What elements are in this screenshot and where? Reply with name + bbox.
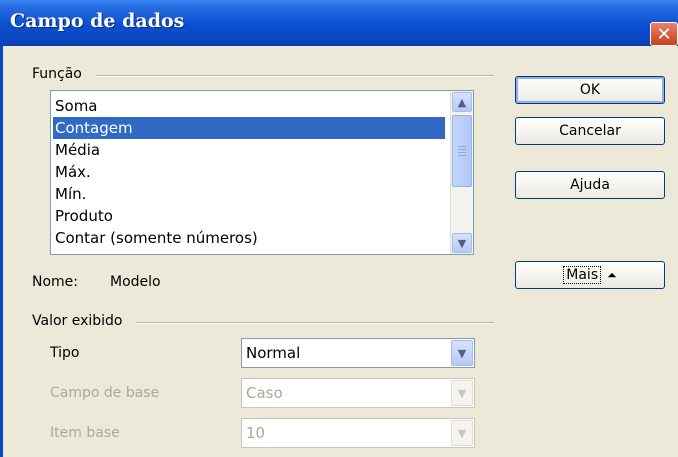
list-item[interactable]: Contar (somente números) [53,227,258,249]
title-bar[interactable]: Campo de dados ✕ [0,0,678,46]
list-scrollbar[interactable]: ▲ ▼ [450,91,473,254]
chevron-down-icon: ▼ [451,380,473,406]
tipo-value: Normal [246,344,301,362]
tipo-label: Tipo [50,345,80,361]
cancel-button[interactable]: Cancelar [515,117,665,145]
list-item[interactable]: Média [53,139,100,161]
window-title: Campo de dados [10,10,185,32]
name-value: Modelo [110,274,161,290]
chevron-up-icon: ⏶ [607,267,617,282]
ok-button-label: OK [579,82,601,98]
valor-exibido-separator [136,322,494,324]
cancel-button-label: Cancelar [559,123,621,139]
help-button[interactable]: Ajuda [515,171,665,199]
campo-de-base-value: Caso [246,384,283,402]
item-base-label: Item base [50,425,120,441]
list-item[interactable]: Produto [53,205,113,227]
list-item[interactable]: Máx. [53,161,91,183]
dialog-window: Campo de dados ✕ Função Soma Contagem Mé… [0,0,678,457]
more-button-label: Mais [563,266,602,284]
scroll-up-icon[interactable]: ▲ [452,92,472,112]
scroll-down-icon[interactable]: ▼ [452,233,472,253]
ok-button[interactable]: OK [515,76,665,104]
valor-exibido-group-label: Valor exibido [32,313,123,329]
item-base-value: 10 [246,424,266,442]
chevron-down-icon[interactable]: ▼ [451,340,473,366]
item-base-select: 10 ▼ [241,418,475,448]
window-border [0,46,3,457]
name-label: Nome: [32,274,79,290]
list-item-selected[interactable]: Contagem [53,117,445,139]
list-item[interactable]: Mín. [53,183,86,205]
funcao-separator [96,75,494,77]
campo-de-base-select: Caso ▼ [241,378,475,408]
close-icon[interactable]: ✕ [650,22,678,46]
help-button-label: Ajuda [570,177,610,193]
function-listbox[interactable]: Soma Contagem Média Máx. Mín. Produto Co… [50,90,474,255]
chevron-down-icon: ▼ [451,420,473,446]
tipo-select[interactable]: Normal ▼ [241,338,475,368]
more-button[interactable]: Mais ⏶ [515,261,665,289]
list-item[interactable]: Soma [53,95,98,117]
funcao-group-label: Função [32,66,82,82]
campo-de-base-label: Campo de base [50,385,160,401]
scroll-thumb[interactable] [452,115,472,187]
